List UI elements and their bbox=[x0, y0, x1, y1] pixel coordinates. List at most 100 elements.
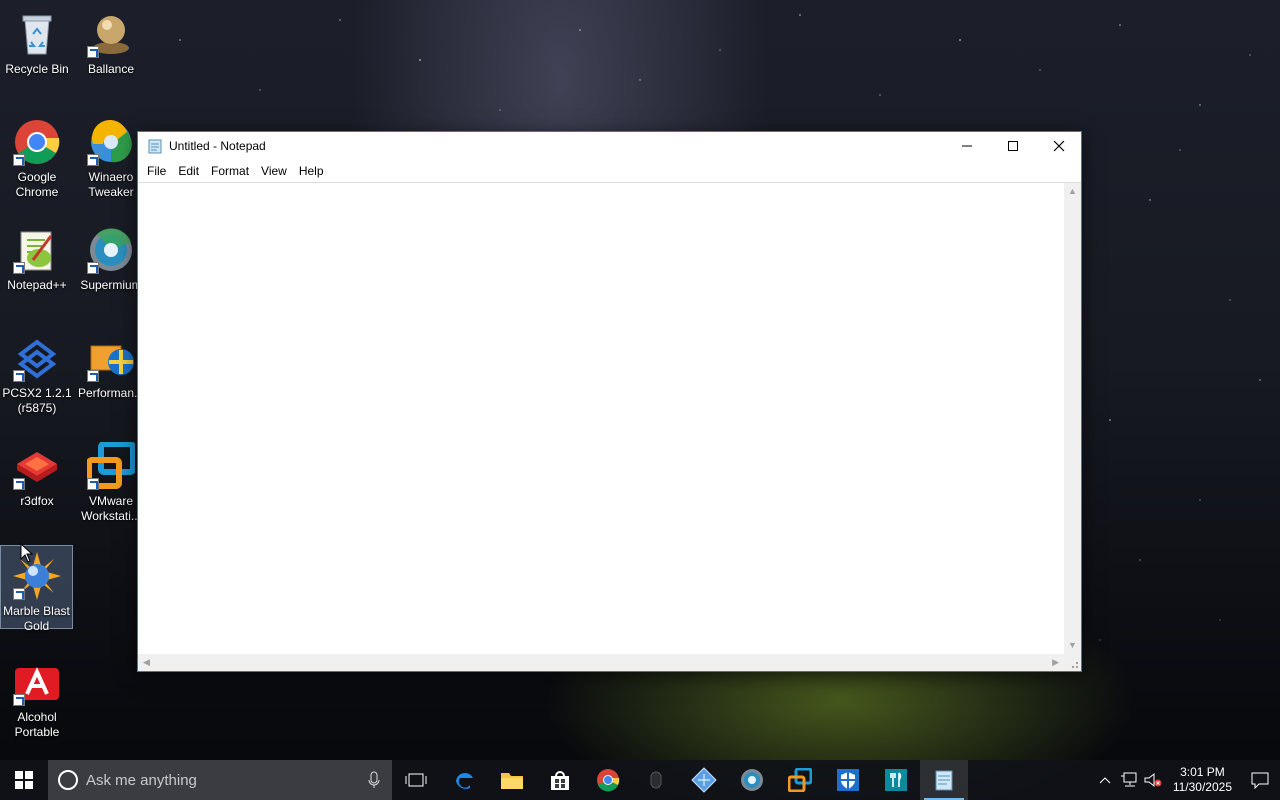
taskbar-notepad[interactable] bbox=[920, 760, 968, 800]
mouse-cursor-icon bbox=[20, 543, 34, 563]
taskbar-supermium[interactable] bbox=[728, 760, 776, 800]
start-button[interactable] bbox=[0, 760, 48, 800]
menu-help[interactable]: Help bbox=[293, 164, 330, 178]
store-icon bbox=[551, 771, 569, 790]
shortcut-arrow-icon bbox=[87, 370, 99, 382]
desktop-icon-label: r3dfox bbox=[20, 494, 54, 508]
shortcut-arrow-icon bbox=[87, 478, 99, 490]
desktop-icon-label: Marble Blast Gold bbox=[3, 604, 70, 633]
clock-date: 11/30/2025 bbox=[1172, 780, 1232, 794]
maximize-icon bbox=[1008, 141, 1018, 151]
desktop-icon-notepadpp[interactable]: Notepad++ bbox=[0, 220, 74, 314]
shortcut-arrow-icon bbox=[87, 262, 99, 274]
scroll-right-icon[interactable]: ▶ bbox=[1052, 658, 1059, 667]
notepad-icon bbox=[148, 139, 162, 154]
menu-edit[interactable]: Edit bbox=[172, 164, 205, 178]
resize-grip[interactable] bbox=[1064, 654, 1081, 671]
taskbar-chrome[interactable] bbox=[584, 760, 632, 800]
pcsx2-icon bbox=[13, 334, 61, 382]
shortcut-arrow-icon bbox=[13, 694, 25, 706]
performance-icon bbox=[87, 334, 135, 382]
vertical-scrollbar[interactable]: ▲ ▼ bbox=[1064, 183, 1081, 654]
chrome-icon bbox=[597, 769, 620, 792]
shortcut-arrow-icon bbox=[13, 262, 25, 274]
taskbar-food-app[interactable] bbox=[872, 760, 920, 800]
network-icon bbox=[1120, 772, 1137, 787]
minimize-button[interactable] bbox=[944, 132, 990, 160]
resize-grip-icon bbox=[1072, 662, 1078, 668]
microphone-icon[interactable] bbox=[368, 771, 380, 789]
notification-icon bbox=[1251, 772, 1269, 789]
cortana-icon bbox=[58, 770, 78, 790]
window-titlebar[interactable]: Untitled - Notepad bbox=[138, 132, 1081, 160]
desktop-icon-pcsx2[interactable]: PCSX2 1.2.1 (r5875) bbox=[0, 328, 74, 422]
scroll-down-icon[interactable]: ▼ bbox=[1068, 641, 1077, 650]
winaero-icon bbox=[87, 118, 135, 166]
chrome-icon bbox=[13, 118, 61, 166]
taskbar-edge[interactable] bbox=[440, 760, 488, 800]
notepad-icon bbox=[935, 770, 953, 791]
taskbar-store[interactable] bbox=[536, 760, 584, 800]
menu-file[interactable]: File bbox=[141, 164, 172, 178]
shortcut-arrow-icon bbox=[13, 370, 25, 382]
desktop-icon-label: Alcohol Portable bbox=[14, 710, 60, 739]
menu-view[interactable]: View bbox=[255, 164, 293, 178]
desktop-icon-recycle-bin[interactable]: Recycle Bin bbox=[0, 4, 74, 98]
mouse-icon bbox=[650, 771, 662, 789]
recycle-bin-icon bbox=[13, 10, 61, 58]
close-icon bbox=[1053, 140, 1065, 152]
desktop-icon-google-chrome[interactable]: Google Chrome bbox=[0, 112, 74, 206]
desktop-icon-label: Google Chrome bbox=[15, 170, 59, 199]
winaero-icon bbox=[691, 767, 717, 793]
taskbar-defender[interactable] bbox=[824, 760, 872, 800]
shortcut-arrow-icon bbox=[13, 154, 25, 166]
close-button[interactable] bbox=[1036, 132, 1082, 160]
taskbar-file-explorer[interactable] bbox=[488, 760, 536, 800]
desktop-icon-ballance[interactable]: Ballance bbox=[74, 4, 148, 98]
vmware-icon bbox=[86, 441, 136, 490]
search-box[interactable]: Ask me anything bbox=[48, 760, 392, 800]
task-view-button[interactable] bbox=[392, 760, 440, 800]
clock[interactable]: 3:01 PM 11/30/2025 bbox=[1165, 765, 1240, 795]
desktop-icon-r3dfox[interactable]: r3dfox bbox=[0, 436, 74, 530]
horizontal-scrollbar[interactable]: ◀ ▶ bbox=[138, 654, 1064, 671]
windows-logo-icon bbox=[15, 771, 33, 789]
clock-time: 3:01 PM bbox=[1180, 765, 1225, 779]
task-view-icon bbox=[405, 773, 427, 787]
desktop-icon-label: Ballance bbox=[87, 62, 135, 76]
notepad-window[interactable]: Untitled - Notepad File Edit Format View… bbox=[137, 131, 1082, 672]
defender-icon bbox=[837, 769, 859, 791]
desktop-icon-label: PCSX2 1.2.1 (r5875) bbox=[2, 386, 72, 415]
desktop-icon-marble-blast-gold[interactable]: Marble Blast Gold bbox=[0, 545, 73, 633]
taskbar: Ask me anything 3:01 PM 11/30/2025 bbox=[0, 760, 1280, 800]
system-tray: 3:01 PM 11/30/2025 bbox=[1093, 760, 1280, 800]
ballance-icon bbox=[87, 10, 135, 58]
menu-format[interactable]: Format bbox=[205, 164, 255, 178]
text-editor[interactable] bbox=[138, 183, 1064, 654]
file-explorer-icon bbox=[501, 773, 523, 789]
food-app-icon bbox=[885, 769, 907, 791]
scroll-left-icon[interactable]: ◀ bbox=[143, 658, 150, 667]
edge-icon bbox=[456, 773, 473, 789]
shortcut-arrow-icon bbox=[87, 46, 99, 58]
taskbar-winaero[interactable] bbox=[680, 760, 728, 800]
menu-bar: File Edit Format View Help bbox=[138, 160, 1081, 182]
minimize-icon bbox=[962, 145, 972, 147]
scroll-up-icon[interactable]: ▲ bbox=[1068, 187, 1077, 196]
search-placeholder: Ask me anything bbox=[86, 771, 197, 789]
volume-button[interactable] bbox=[1141, 760, 1165, 800]
shortcut-arrow-icon bbox=[13, 478, 25, 490]
r3dfox-icon bbox=[13, 442, 61, 490]
show-hidden-icons-button[interactable] bbox=[1093, 760, 1117, 800]
maximize-button[interactable] bbox=[990, 132, 1036, 160]
alcohol-icon bbox=[13, 658, 61, 706]
desktop-icon-label: Supermium bbox=[80, 278, 142, 292]
desktop-icon-label: Notepad++ bbox=[7, 278, 67, 292]
network-button[interactable] bbox=[1117, 760, 1141, 800]
action-center-button[interactable] bbox=[1240, 760, 1280, 800]
taskbar-mouse-app[interactable] bbox=[632, 760, 680, 800]
notepadpp-icon bbox=[13, 226, 61, 274]
desktop-icon-alcohol-portable[interactable]: Alcohol Portable bbox=[0, 652, 74, 746]
window-title: Untitled - Notepad bbox=[169, 139, 266, 153]
taskbar-vmware[interactable] bbox=[776, 760, 824, 800]
